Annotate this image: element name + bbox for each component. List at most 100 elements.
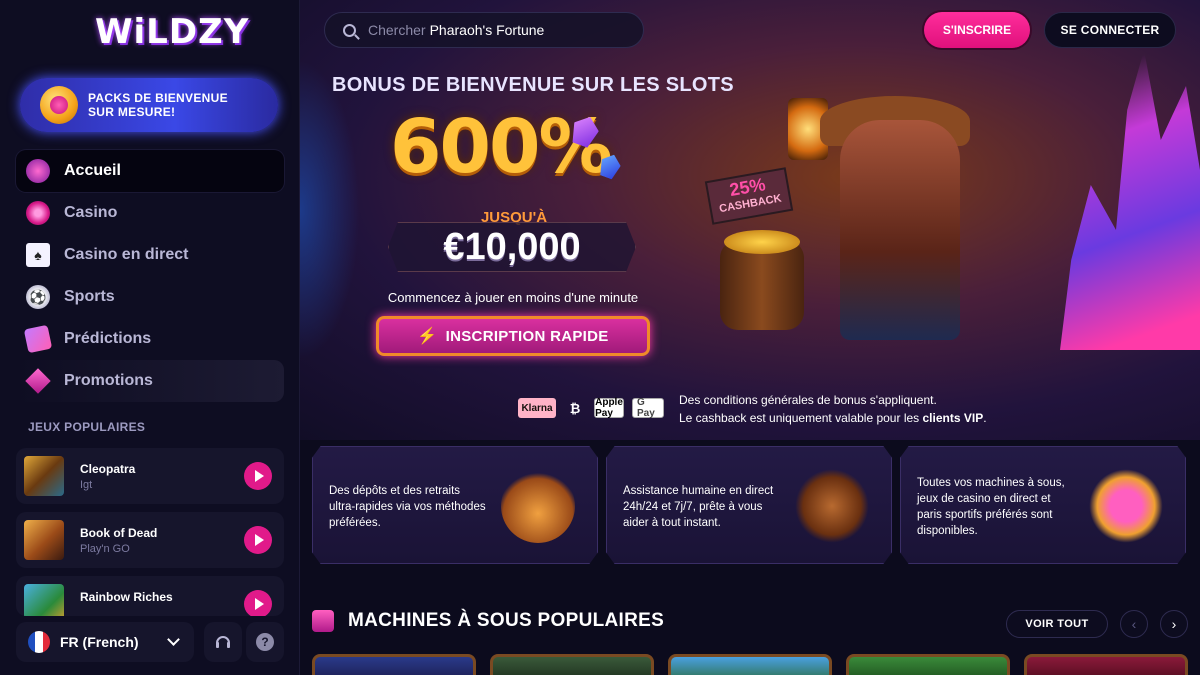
welcome-pack-banner[interactable]: PACKS DE BIENVENUE SUR MESURE!: [20, 78, 278, 132]
bonus-percent: 600%: [390, 104, 613, 190]
vip-clients-text: clients VIP: [922, 411, 984, 425]
play-button[interactable]: [244, 462, 272, 490]
feature-text: Toutes vos machines à sous, jeux de casi…: [917, 477, 1065, 537]
google-pay-logo: G Pay: [632, 397, 664, 419]
apple-pay-logo: Apple Pay: [594, 397, 624, 419]
game-thumbnail: [24, 456, 64, 496]
search-value: Pharaoh's Fortune: [429, 22, 545, 38]
miner-character-art: [840, 120, 960, 340]
promo-line-2: SUR MESURE!: [88, 105, 176, 119]
france-flag-icon: [28, 631, 50, 653]
quick-signup-button[interactable]: ⚡ INSCRIPTION RAPIDE: [376, 316, 650, 356]
lightning-icon: ⚡: [417, 328, 438, 345]
feature-card-support: Assistance humaine en direct 24h/24 et 7…: [606, 446, 892, 564]
signup-button[interactable]: S'INSCRIRE: [924, 12, 1030, 48]
terms-prefix: Le cashback est uniquement valable pour …: [679, 411, 923, 425]
search-placeholder: Chercher: [368, 22, 426, 38]
diamond-gem-icon: [25, 368, 51, 394]
question-mark-icon: ?: [256, 633, 274, 651]
game-provider: Play'n GO: [80, 542, 130, 555]
play-button[interactable]: [244, 590, 272, 616]
nav-item-promotions[interactable]: Promotions: [16, 360, 284, 402]
slot-tile[interactable]: [668, 654, 832, 675]
playing-cards-icon: ♠: [26, 243, 50, 267]
headset-icon: [216, 636, 230, 648]
game-name: Rainbow Riches: [80, 590, 173, 604]
play-icon: [254, 534, 264, 546]
chevron-right-icon[interactable]: ›: [1160, 610, 1188, 638]
nav-label: Sports: [64, 288, 115, 305]
nav-item-accueil[interactable]: Accueil: [16, 150, 284, 192]
popular-games-title: JEUX POPULAIRES: [28, 420, 146, 434]
bonus-amount: €10,000: [443, 226, 581, 268]
game-thumbnail: [24, 584, 64, 616]
feature-text: Assistance humaine en direct 24h/24 et 7…: [623, 485, 774, 529]
sidebar: WiLDZY PACKS DE BIENVENUE SUR MESURE! Ac…: [0, 0, 300, 675]
home-orb-icon: [26, 159, 50, 183]
payment-methods: Klarna ₿ Apple Pay G Pay: [518, 397, 672, 419]
language-label: FR (French): [60, 634, 139, 650]
miner-hat-icon: [795, 469, 869, 543]
terms-line-2: Le cashback est uniquement valable pour …: [679, 409, 987, 427]
soccer-ball-icon: ⚽: [26, 285, 50, 309]
slot-tile[interactable]: [1024, 654, 1188, 675]
nav-label: Prédictions: [64, 330, 152, 347]
play-button[interactable]: [244, 526, 272, 554]
klarna-logo: Klarna: [518, 398, 556, 418]
game-name: Book of Dead: [80, 525, 158, 540]
brand-logo[interactable]: WiLDZY: [95, 12, 249, 52]
popular-slots-title: MACHINES À SOUS POPULAIRES: [348, 610, 665, 631]
language-selector[interactable]: FR (French): [16, 622, 194, 662]
main-content: 25% CASHBACK BONUS DE BIENVENUE SUR LES …: [300, 0, 1200, 675]
game-provider: Igt: [80, 478, 93, 491]
start-subtitle: Commencez à jouer en moins d'une minute: [387, 290, 639, 305]
crystal-cluster-art: [1060, 50, 1200, 350]
play-icon: [254, 598, 264, 610]
nav-item-casino[interactable]: Casino: [16, 192, 284, 234]
feature-card-payments: Des dépôts et des retraits ultra-rapides…: [312, 446, 598, 564]
gift-box-icon: [312, 610, 334, 632]
nav-item-sports[interactable]: ⚽ Sports: [16, 276, 284, 318]
terms-line-1: Des conditions générales de bonus s'appl…: [679, 393, 937, 407]
main-nav: Accueil Casino ♠ Casino en direct ⚽ Spor…: [16, 150, 284, 402]
nav-label: Casino en direct: [64, 246, 189, 263]
support-button[interactable]: [204, 622, 242, 662]
popular-game-card[interactable]: Book of Dead Play'n GO: [16, 512, 284, 568]
chevron-down-icon: [167, 633, 180, 646]
feature-text: Des dépôts et des retraits ultra-rapides…: [329, 485, 486, 529]
slot-tile[interactable]: [312, 654, 476, 675]
popular-game-card[interactable]: Rainbow Riches: [16, 576, 284, 616]
play-icon: [254, 470, 264, 482]
gold-coins-art: [724, 230, 800, 254]
nav-item-casino-en-direct[interactable]: ♠ Casino en direct: [16, 234, 284, 276]
crypto-logo-icon: ₿: [569, 400, 581, 416]
bonus-terms: Des conditions générales de bonus s'appl…: [679, 391, 987, 427]
coin-icon: [40, 86, 78, 124]
search-icon: [343, 23, 356, 37]
gold-sack-icon: [501, 469, 575, 543]
popular-game-card[interactable]: Cleopatra Igt: [16, 448, 284, 504]
nav-label: Accueil: [64, 162, 121, 179]
game-name: Cleopatra: [80, 461, 136, 476]
nav-label: Promotions: [64, 372, 153, 389]
hero-title: BONUS DE BIENVENUE SUR LES SLOTS: [332, 74, 734, 96]
search-input[interactable]: Chercher Pharaoh's Fortune: [324, 12, 644, 48]
feature-card-games: Toutes vos machines à sous, jeux de casi…: [900, 446, 1186, 564]
cta-label: INSCRIPTION RAPIDE: [445, 327, 609, 345]
game-thumbnail: [24, 520, 64, 560]
slot-tile[interactable]: [490, 654, 654, 675]
nav-item-predictions[interactable]: Prédictions: [16, 318, 284, 360]
nav-label: Casino: [64, 204, 118, 221]
help-button[interactable]: ?: [246, 622, 284, 662]
chevron-left-icon[interactable]: ‹: [1120, 610, 1148, 638]
promo-line-1: PACKS DE BIENVENUE: [88, 91, 228, 105]
app-root: WiLDZY PACKS DE BIENVENUE SUR MESURE! Ac…: [0, 0, 1200, 675]
slot-tile[interactable]: [846, 654, 1010, 675]
login-button[interactable]: SE CONNECTER: [1044, 12, 1176, 48]
predictions-ticket-icon: [23, 324, 53, 354]
club-suit-icon: [1089, 469, 1163, 543]
hero-banner: 25% CASHBACK BONUS DE BIENVENUE SUR LES …: [300, 0, 1200, 440]
casino-chip-icon: [26, 201, 50, 225]
view-all-button[interactable]: VOIR TOUT: [1006, 610, 1108, 638]
popular-slots-header: MACHINES À SOUS POPULAIRES: [312, 610, 664, 632]
